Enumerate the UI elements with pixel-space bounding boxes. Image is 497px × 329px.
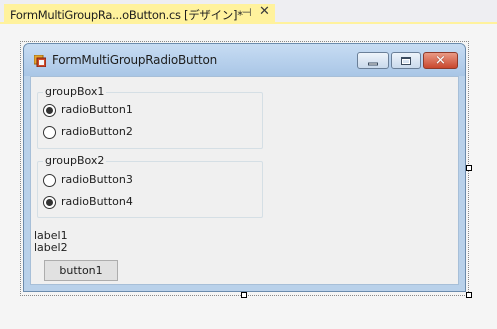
form-title: FormMultiGroupRadioButton: [52, 53, 218, 67]
window-buttons: ✕: [357, 52, 459, 70]
minimize-button[interactable]: [357, 52, 389, 69]
resize-handle-right[interactable]: [466, 165, 472, 171]
document-tab[interactable]: FormMultiGroupRa...oButton.cs [デザイン]* ⊣ …: [4, 4, 275, 24]
label-2: label2: [34, 241, 68, 254]
radio-button-4-label: radioButton4: [61, 195, 133, 208]
document-tab-title: FormMultiGroupRa...oButton.cs [デザイン]*: [10, 8, 243, 22]
radio-indicator-1[interactable]: [43, 104, 56, 117]
minimize-icon: [368, 62, 378, 65]
close-tab-icon[interactable]: ✕: [259, 4, 270, 19]
resize-handle-corner[interactable]: [466, 292, 472, 298]
maximize-icon: [401, 56, 411, 65]
radio-button-1-label: radioButton1: [61, 103, 133, 116]
radio-indicator-2[interactable]: [43, 126, 56, 139]
group-box-1-label: groupBox1: [43, 85, 107, 98]
form-window[interactable]: FormMultiGroupRadioButton ✕ groupBox1 ra…: [23, 43, 466, 292]
radio-button-2-label: radioButton2: [61, 125, 133, 138]
form-client-area: groupBox1 radioButton1 radioButton2 grou…: [30, 76, 459, 285]
group-box-1: groupBox1 radioButton1 radioButton2: [37, 85, 263, 149]
close-button[interactable]: ✕: [423, 52, 458, 69]
resize-handle-bottom[interactable]: [241, 292, 247, 298]
radio-indicator-3[interactable]: [43, 174, 56, 187]
radio-indicator-4[interactable]: [43, 196, 56, 209]
form-titlebar[interactable]: FormMultiGroupRadioButton ✕: [24, 44, 465, 76]
document-tab-strip: FormMultiGroupRa...oButton.cs [デザイン]* ⊣ …: [0, 0, 497, 24]
group-box-2: groupBox2 radioButton3 radioButton4: [37, 154, 263, 218]
pin-icon[interactable]: ⊣: [242, 6, 252, 19]
close-icon: ✕: [435, 53, 446, 68]
button-1[interactable]: button1: [44, 260, 118, 281]
group-box-2-label: groupBox2: [43, 154, 107, 167]
maximize-button[interactable]: [391, 52, 421, 69]
form-app-icon: [34, 55, 46, 67]
radio-button-3-label: radioButton3: [61, 173, 133, 186]
